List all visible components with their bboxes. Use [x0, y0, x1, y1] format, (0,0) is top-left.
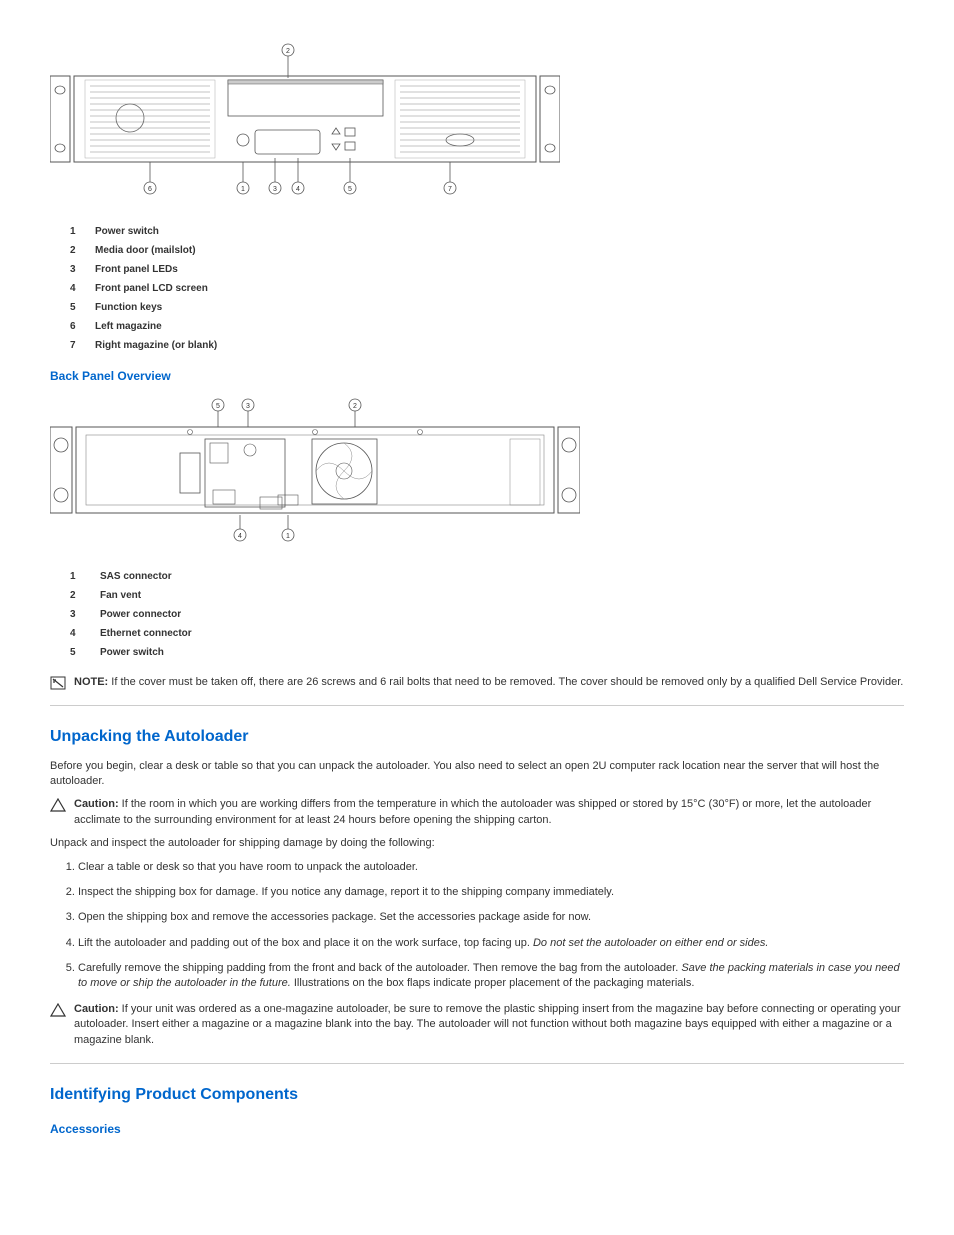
svg-text:6: 6 [148, 186, 152, 193]
unpack-inspect: Unpack and inspect the autoloader for sh… [50, 836, 904, 851]
identifying-heading: Identifying Product Components [50, 1084, 904, 1106]
front-panel-legend: 1Power switch 2Media door (mailslot) 3Fr… [50, 225, 904, 353]
legend-num: 3 [70, 263, 95, 277]
caution-icon [50, 798, 66, 812]
legend-label: Front panel LCD screen [95, 282, 208, 296]
svg-text:5: 5 [348, 186, 352, 193]
note-cover-screws: NOTE: If the cover must be taken off, th… [50, 675, 904, 690]
legend-label: Function keys [95, 301, 162, 315]
svg-text:2: 2 [286, 48, 290, 55]
accessories-heading: Accessories [50, 1121, 904, 1138]
svg-text:1: 1 [286, 533, 290, 540]
note-body: If the cover must be taken off, there ar… [108, 676, 903, 688]
caution-body: If your unit was ordered as a one-magazi… [74, 1003, 901, 1046]
svg-text:4: 4 [296, 186, 300, 193]
legend-num: 3 [50, 608, 100, 622]
legend-label: Power connector [100, 608, 181, 622]
legend-num: 4 [70, 282, 95, 296]
svg-text:3: 3 [273, 186, 277, 193]
legend-label: Front panel LEDs [95, 263, 178, 277]
caution-body: If the room in which you are working dif… [74, 798, 871, 825]
legend-label: Ethernet connector [100, 627, 192, 641]
legend-num: 5 [50, 646, 100, 660]
legend-num: 2 [50, 589, 100, 603]
legend-num: 5 [70, 301, 95, 315]
svg-text:7: 7 [448, 186, 452, 193]
step-4: Lift the autoloader and padding out of t… [78, 936, 904, 951]
legend-label: Fan vent [100, 589, 141, 603]
svg-text:2: 2 [353, 403, 357, 410]
divider [50, 1063, 904, 1064]
step-2: Inspect the shipping box for damage. If … [78, 885, 904, 900]
legend-num: 6 [70, 320, 95, 334]
back-panel-heading: Back Panel Overview [50, 368, 904, 385]
legend-num: 7 [70, 339, 95, 353]
divider [50, 705, 904, 706]
front-panel-diagram: 2 [50, 40, 560, 205]
caution-temperature: Caution: If the room in which you are wo… [50, 797, 904, 828]
caution-icon [50, 1003, 66, 1017]
step-5: Carefully remove the shipping padding fr… [78, 961, 904, 992]
step-3: Open the shipping box and remove the acc… [78, 910, 904, 925]
legend-num: 2 [70, 244, 95, 258]
back-panel-diagram: 5 3 2 [50, 395, 580, 545]
caution-magazine: Caution: If your unit was ordered as a o… [50, 1002, 904, 1048]
legend-label: Right magazine (or blank) [95, 339, 217, 353]
legend-label: Left magazine [95, 320, 162, 334]
unpacking-heading: Unpacking the Autoloader [50, 726, 904, 748]
note-icon [50, 676, 66, 690]
legend-label: Media door (mailslot) [95, 244, 196, 258]
svg-text:1: 1 [241, 186, 245, 193]
legend-num: 1 [50, 570, 100, 584]
caution-label: Caution: [74, 798, 119, 810]
legend-num: 4 [50, 627, 100, 641]
legend-num: 1 [70, 225, 95, 239]
step-1: Clear a table or desk so that you have r… [78, 860, 904, 875]
back-panel-legend: 1SAS connector 2Fan vent 3Power connecto… [50, 570, 904, 660]
unpacking-intro: Before you begin, clear a desk or table … [50, 759, 904, 790]
legend-label: Power switch [100, 646, 164, 660]
legend-label: Power switch [95, 225, 159, 239]
caution-label: Caution: [74, 1003, 119, 1015]
svg-text:4: 4 [238, 533, 242, 540]
legend-label: SAS connector [100, 570, 172, 584]
svg-text:3: 3 [246, 403, 250, 410]
unpacking-steps: Clear a table or desk so that you have r… [50, 860, 904, 992]
note-label: NOTE: [74, 676, 108, 688]
svg-text:5: 5 [216, 403, 220, 410]
